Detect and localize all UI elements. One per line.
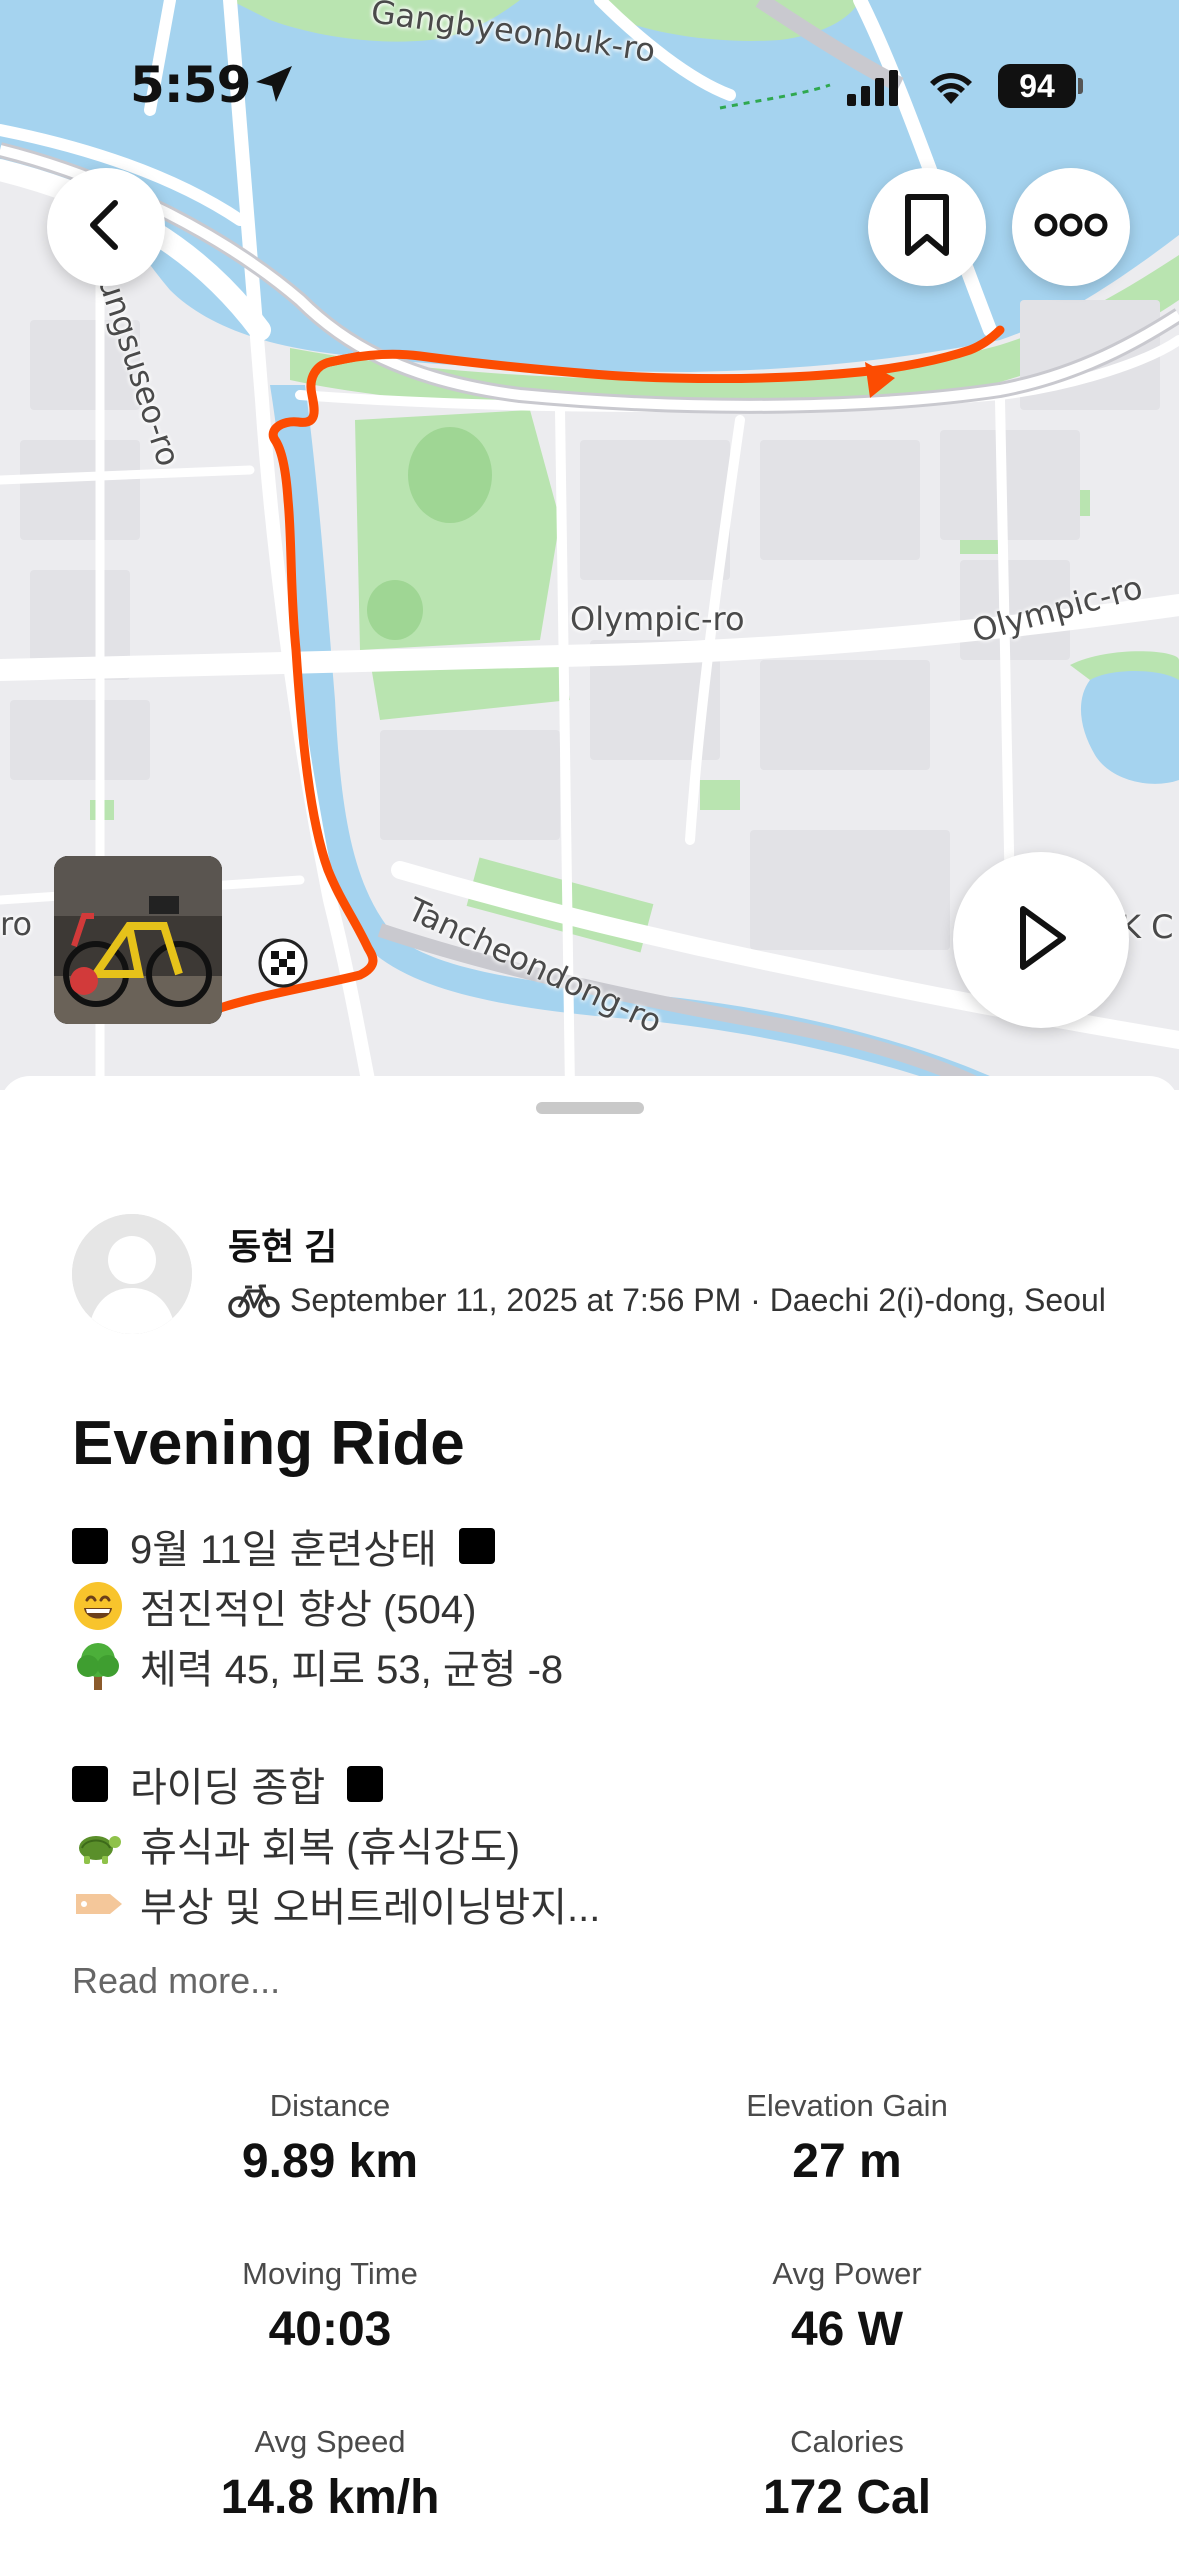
sheet-grabber[interactable] — [536, 1102, 644, 1114]
stat-value: 46 W — [790, 2303, 904, 2356]
black-square-icon — [458, 1528, 495, 1564]
play-icon — [1011, 903, 1071, 978]
description-line: 9월 11일 훈련상태 — [72, 1516, 1112, 1576]
more-options-button[interactable] — [1012, 168, 1130, 286]
black-square-icon — [72, 1766, 108, 1802]
read-more-link[interactable]: Read more... — [72, 1960, 280, 2002]
description-text: 점진적인 향상 (504) — [140, 1588, 477, 1632]
stat-value: 9.89 km — [241, 2135, 419, 2188]
stat-value: 172 Cal — [762, 2471, 932, 2524]
status-time: 5:59 — [130, 56, 251, 114]
more-icon — [1034, 210, 1108, 245]
activity-detail-sheet: 동현 김 September 11, 2025 at 7:56 PM · Dae… — [0, 1076, 1179, 2556]
athlete-name[interactable]: 동현 김 — [228, 1218, 337, 1270]
description-line: 부상 및 오버트레이닝방지... — [72, 1874, 1112, 1934]
stat-avg-power: Avg Power 46 W — [647, 2256, 1047, 2357]
stat-label: Moving Time — [242, 2256, 418, 2291]
stat-value: 14.8 km/h — [220, 2471, 440, 2524]
stat-distance: Distance 9.89 km — [130, 2088, 530, 2189]
label-tag-icon — [72, 1878, 124, 1930]
activity-photo-thumbnail[interactable] — [54, 856, 222, 1024]
description-line: 체력 45, 피로 53, 균형 -8 — [72, 1636, 1112, 1696]
activity-meta-row: September 11, 2025 at 7:56 PM · Daechi 2… — [228, 1282, 1106, 1319]
description-line: 휴식과 회복 (휴식강도) — [72, 1814, 1112, 1874]
stat-elevation-gain: Elevation Gain 27 m — [647, 2088, 1047, 2189]
activity-title: Evening Ride — [72, 1409, 465, 1478]
play-flyover-button[interactable] — [953, 852, 1129, 1028]
map-label-ro-edge: ro — [0, 905, 33, 943]
location-arrow-icon — [252, 62, 296, 106]
finish-flag-icon — [258, 938, 308, 988]
stat-label: Avg Power — [772, 2256, 922, 2291]
turtle-icon — [72, 1818, 124, 1870]
map-label-olympic-ro-1: Olympic-ro — [570, 600, 745, 638]
bookmark-icon — [902, 193, 952, 262]
description-text: 휴식과 회복 (휴식강도) — [140, 1826, 521, 1870]
stat-label: Distance — [269, 2088, 391, 2123]
stat-value: 27 m — [792, 2135, 902, 2188]
back-button[interactable] — [47, 168, 165, 286]
stat-calories: Calories 172 Cal — [647, 2424, 1047, 2525]
battery-icon: 94 — [998, 64, 1076, 108]
stat-avg-speed: Avg Speed 14.8 km/h — [130, 2424, 530, 2525]
description-line: 라이딩 종합 — [72, 1754, 1112, 1814]
avatar[interactable] — [72, 1214, 192, 1334]
cellular-signal-icon — [845, 68, 903, 108]
back-chevron-icon — [81, 195, 131, 260]
stat-label: Calories — [790, 2424, 904, 2459]
stat-moving-time: Moving Time 40:03 — [130, 2256, 530, 2357]
grinning-face-icon — [72, 1580, 124, 1632]
stat-label: Avg Speed — [254, 2424, 406, 2459]
tree-icon — [72, 1640, 124, 1692]
description-text: 체력 45, 피로 53, 균형 -8 — [140, 1648, 564, 1692]
battery-cap — [1078, 78, 1083, 94]
description-line: 점진적인 향상 (504) — [72, 1576, 1112, 1636]
black-square-icon — [72, 1528, 108, 1564]
wifi-icon — [925, 66, 977, 106]
description-text: 부상 및 오버트레이닝방지... — [140, 1886, 601, 1930]
activity-description: 9월 11일 훈련상태 점진적인 향상 (504) 체력 45, 피로 53, … — [72, 1516, 1112, 1934]
bike-icon — [228, 1283, 280, 1319]
activity-map[interactable]: Gangbyeonbuk-ro Bungsuseo-ro Olympic-ro … — [0, 0, 1179, 1090]
activity-date-location: September 11, 2025 at 7:56 PM · Daechi 2… — [290, 1282, 1106, 1318]
description-text: 9월 11일 훈련상태 — [130, 1528, 437, 1572]
description-text: 라이딩 종합 — [130, 1766, 326, 1810]
stat-label: Elevation Gain — [746, 2088, 948, 2123]
description-blank-line — [72, 1696, 1112, 1754]
stat-value: 40:03 — [268, 2303, 392, 2356]
black-square-icon — [347, 1766, 384, 1802]
bookmark-button[interactable] — [868, 168, 986, 286]
